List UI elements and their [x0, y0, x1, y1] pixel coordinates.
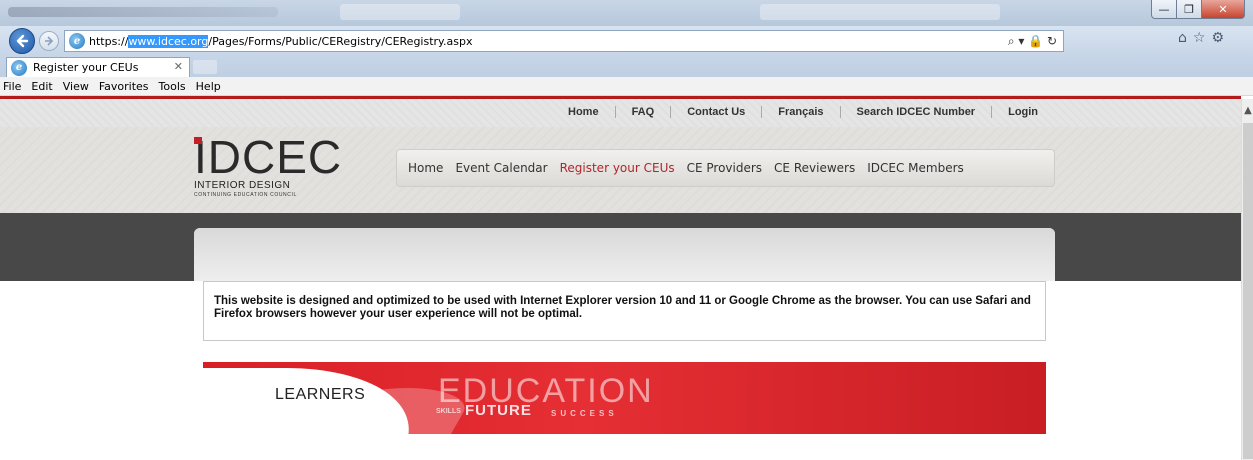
close-window-button[interactable]: ✕	[1201, 0, 1245, 19]
content-card-header	[194, 228, 1055, 281]
banner-skills-text: SKILLS	[436, 408, 461, 415]
logo-red-dot	[194, 137, 202, 144]
address-toolbar: e https://www.idcec.org/Pages/Forms/Publ…	[0, 26, 1253, 56]
menu-edit[interactable]: Edit	[31, 80, 52, 93]
menu-help[interactable]: Help	[196, 80, 221, 93]
tab-register-your-ceus[interactable]: e Register your CEUs ✕	[6, 57, 190, 77]
utility-link-contact-us[interactable]: Contact Us	[671, 106, 763, 118]
menu-favorites[interactable]: Favorites	[99, 80, 149, 93]
logo-mark-text: IDCEC	[194, 131, 343, 183]
nav-idcec-members[interactable]: IDCEC Members	[867, 161, 964, 175]
utility-link-francais[interactable]: Français	[762, 106, 841, 118]
nav-event-calendar[interactable]: Event Calendar	[455, 161, 547, 175]
utility-link-login[interactable]: Login	[992, 106, 1054, 118]
banner-success-text: SUCCESS	[551, 409, 618, 418]
nav-register-your-ceus[interactable]: Register your CEUs	[560, 161, 675, 175]
url-text[interactable]: https://www.idcec.org/Pages/Forms/Public…	[89, 34, 473, 48]
utility-link-search-idcec-number[interactable]: Search IDCEC Number	[841, 106, 993, 118]
site-header: IDCEC INTERIOR DESIGN CONTINUING EDUCATI…	[0, 127, 1241, 213]
menu-file[interactable]: File	[3, 80, 21, 93]
ie-tab-icon: e	[11, 59, 27, 76]
back-button[interactable]	[9, 28, 35, 54]
utility-link-home[interactable]: Home	[552, 106, 616, 118]
web-page: Home FAQ Contact Us Français Search IDCE…	[0, 99, 1241, 460]
blurred-toolbar	[760, 4, 1000, 20]
forward-button[interactable]	[39, 31, 59, 51]
menu-tools[interactable]: Tools	[159, 80, 186, 93]
nav-home[interactable]: Home	[408, 161, 443, 175]
url-path: /Pages/Forms/Public/CERegistry/CERegistr…	[208, 34, 473, 48]
url-selected-domain: www.idcec.org	[128, 34, 209, 48]
forward-arrow-icon	[45, 36, 54, 46]
address-tools[interactable]: ⌕ ▾ 🔒 ↻	[1008, 34, 1057, 49]
settings-gear-icon[interactable]: ⚙	[1211, 30, 1224, 46]
blurred-toolbar	[340, 4, 460, 20]
nav-ce-providers[interactable]: CE Providers	[687, 161, 762, 175]
utility-link-faq[interactable]: FAQ	[616, 106, 672, 118]
favorites-star-icon[interactable]: ☆	[1193, 30, 1206, 46]
browser-window: — ❐ ✕ e https://www.idcec.org/Pages/Form…	[0, 0, 1253, 460]
tab-title: Register your CEUs	[33, 61, 139, 74]
scroll-thumb[interactable]	[1243, 123, 1253, 459]
window-title-blurred	[8, 7, 278, 17]
utility-nav: Home FAQ Contact Us Français Search IDCE…	[0, 99, 1241, 127]
ie-page-icon: e	[69, 33, 85, 49]
browser-notice: This website is designed and optimized t…	[203, 281, 1046, 341]
main-nav: Home Event Calendar Register your CEUs C…	[396, 149, 1055, 187]
menu-view[interactable]: View	[63, 80, 89, 93]
menu-bar: File Edit View Favorites Tools Help	[0, 77, 1253, 96]
tab-strip: e Register your CEUs ✕	[0, 56, 1253, 77]
vertical-scrollbar[interactable]: ▲	[1241, 99, 1253, 460]
scroll-up-arrow-icon[interactable]: ▲	[1242, 105, 1253, 119]
url-prefix: https://	[89, 34, 129, 48]
window-titlebar: — ❐ ✕	[0, 0, 1253, 26]
banner-learners-label: LEARNERS	[275, 386, 366, 403]
logo-mark: IDCEC	[194, 134, 341, 180]
maximize-button[interactable]: ❐	[1176, 0, 1202, 19]
close-tab-icon[interactable]: ✕	[174, 60, 183, 73]
idcec-logo[interactable]: IDCEC INTERIOR DESIGN CONTINUING EDUCATI…	[194, 134, 341, 198]
banner-future-text: FUTURE	[465, 402, 532, 419]
logo-line-2: CONTINUING EDUCATION COUNCIL	[194, 192, 297, 198]
back-arrow-icon	[16, 34, 29, 48]
minimize-button[interactable]: —	[1151, 0, 1177, 19]
browser-tool-icons: ⌂ ☆ ⚙	[1178, 30, 1224, 46]
new-tab-button[interactable]	[193, 60, 217, 74]
content-card: This website is designed and optimized t…	[194, 228, 1055, 460]
home-icon[interactable]: ⌂	[1178, 30, 1187, 46]
nav-ce-reviewers[interactable]: CE Reviewers	[774, 161, 855, 175]
learners-banner[interactable]: LEARNERS EDUCATION SKILLS FUTURE SUCCESS	[203, 362, 1046, 434]
address-bar[interactable]: e https://www.idcec.org/Pages/Forms/Publ…	[64, 30, 1064, 52]
